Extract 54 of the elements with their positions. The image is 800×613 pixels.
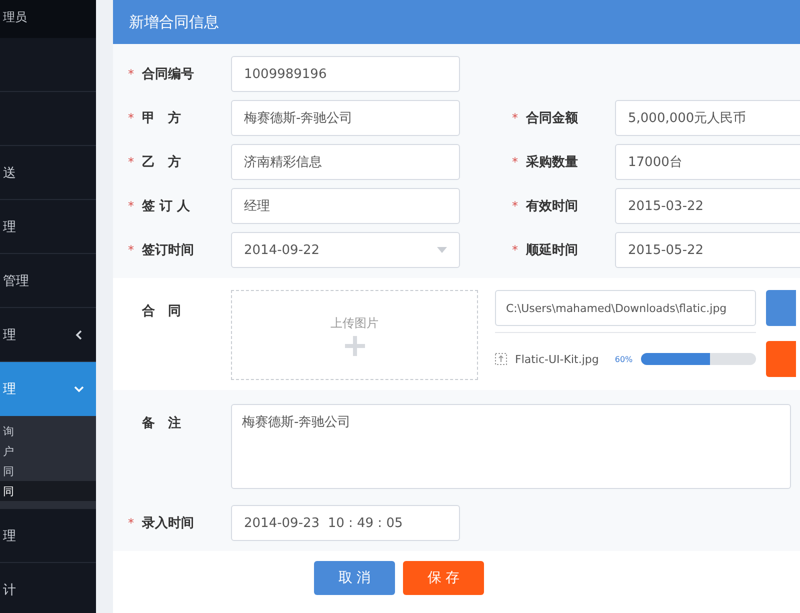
field-label: 签 订 人 xyxy=(142,198,190,215)
required-mark: * xyxy=(512,155,519,169)
input-field[interactable]: 5,000,000元人民币 xyxy=(615,100,800,136)
sidebar-item[interactable]: 计 xyxy=(0,563,96,613)
submenu-item[interactable]: 询 xyxy=(0,421,96,441)
input-field[interactable]: 1009989196 xyxy=(231,56,460,92)
field-label: 有效时间 xyxy=(526,198,578,215)
submenu-item[interactable]: 同 xyxy=(0,481,96,501)
sidebar-item[interactable]: 理 xyxy=(0,509,96,563)
panel-title: 新增合同信息 xyxy=(113,0,800,44)
field-label: 合同编号 xyxy=(142,66,194,83)
required-mark: * xyxy=(512,199,519,213)
cancel-button[interactable]: 取 消 xyxy=(314,561,395,595)
submenu-item[interactable]: 同 xyxy=(0,461,96,481)
input-field[interactable]: 2015-05-22 xyxy=(615,232,800,268)
input-field[interactable]: 2014-09-23 10 : 49 : 05 xyxy=(231,505,460,541)
sidebar-item[interactable]: 送 xyxy=(0,146,96,200)
field-label: 采购数量 xyxy=(526,154,578,171)
upload-file-icon xyxy=(495,353,507,365)
input-field[interactable]: 济南精彩信息 xyxy=(231,144,460,180)
field-label: 合 同 xyxy=(142,303,181,320)
required-mark: * xyxy=(128,516,135,530)
field-label: 录入时间 xyxy=(142,514,194,532)
submenu-item[interactable]: 户 xyxy=(0,441,96,461)
user-role: 理员 xyxy=(3,9,27,26)
browse-button[interactable] xyxy=(766,290,796,326)
plus-icon xyxy=(344,336,364,356)
required-mark: * xyxy=(512,111,519,125)
field-label: 备 注 xyxy=(142,414,181,432)
date-dropdown[interactable]: 2014-09-22 xyxy=(231,232,460,268)
input-field[interactable]: 17000台 xyxy=(615,144,800,180)
input-field[interactable]: 2015-03-22 xyxy=(615,188,800,224)
caret-icon xyxy=(437,247,447,253)
field-label: 乙 方 xyxy=(142,154,181,171)
required-mark: * xyxy=(128,199,135,213)
required-mark: * xyxy=(512,243,519,257)
sidebar-item[interactable]: 理 xyxy=(0,362,96,416)
remark-textarea[interactable]: 梅赛德斯-奔驰公司 xyxy=(231,404,791,489)
required-mark: * xyxy=(128,155,135,169)
field-label: 甲 方 xyxy=(142,110,181,127)
progress-percent: 60% xyxy=(614,354,633,364)
required-mark: * xyxy=(128,243,135,257)
required-mark: * xyxy=(128,67,135,81)
sidebar-item[interactable]: 管理 xyxy=(0,254,96,308)
cancel-upload-button[interactable] xyxy=(766,341,796,377)
field-label: 签订时间 xyxy=(142,242,194,259)
file-path-field[interactable]: C:\Users\mahamed\Downloads\flatic.jpg xyxy=(495,290,756,326)
field-label: 顺延时间 xyxy=(526,242,578,259)
sidebar-item[interactable]: 理 xyxy=(0,200,96,254)
file-name: Flatic-UI-Kit.jpg xyxy=(515,352,599,366)
field-label: 合同金额 xyxy=(526,110,578,127)
input-field[interactable]: 经理 xyxy=(231,188,460,224)
input-field[interactable]: 梅赛德斯-奔驰公司 xyxy=(231,100,460,136)
required-mark: * xyxy=(128,111,135,125)
